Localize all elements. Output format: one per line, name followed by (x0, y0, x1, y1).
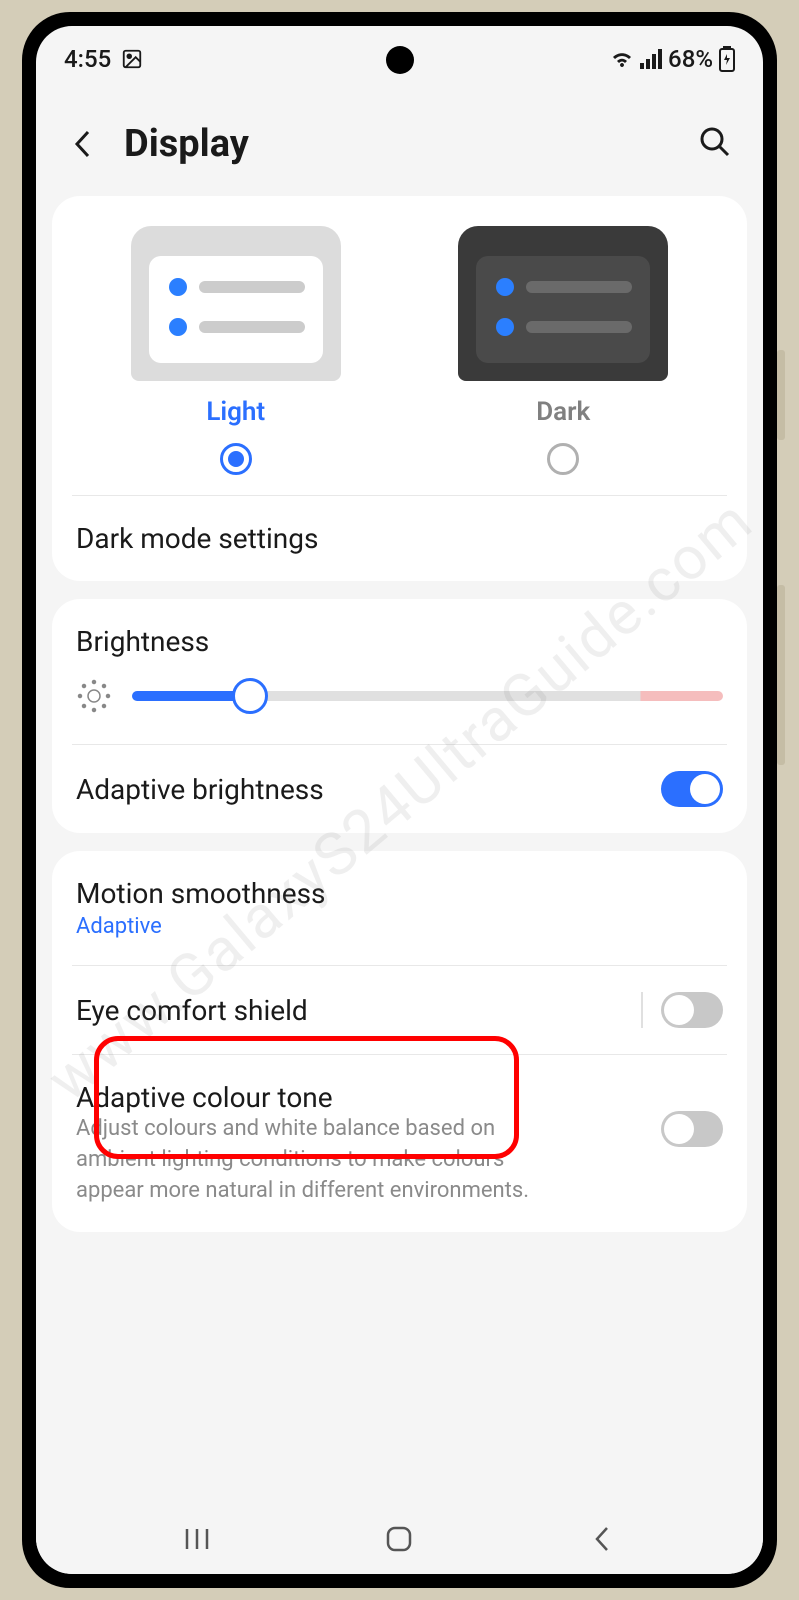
toggle-divider (641, 992, 643, 1028)
theme-light-radio[interactable] (220, 443, 252, 475)
home-icon (385, 1525, 413, 1553)
back-nav-button[interactable] (582, 1519, 622, 1559)
adaptive-colour-toggle[interactable] (661, 1111, 723, 1147)
recents-icon (183, 1527, 211, 1551)
adaptive-colour-item[interactable]: Adaptive colour tone Adjust colours and … (52, 1055, 747, 1232)
battery-icon (719, 46, 735, 72)
search-button[interactable] (699, 126, 735, 162)
chevron-left-icon (593, 1525, 611, 1553)
theme-light-option[interactable]: Light (131, 226, 341, 475)
theme-dark-option[interactable]: Dark (458, 226, 668, 475)
status-time: 4:55 (64, 45, 111, 73)
dark-mode-settings-item[interactable]: Dark mode settings (52, 496, 747, 581)
theme-dark-radio[interactable] (547, 443, 579, 475)
back-button[interactable] (64, 126, 100, 162)
motion-smoothness-item[interactable]: Motion smoothness Adaptive (52, 851, 747, 965)
navigation-bar (36, 1504, 763, 1574)
status-left: 4:55 (64, 45, 143, 73)
theme-dark-label: Dark (536, 397, 590, 427)
wifi-icon (610, 49, 634, 69)
signal-icon (640, 49, 662, 69)
theme-dark-preview (458, 226, 668, 381)
theme-light-label: Light (206, 397, 265, 427)
content: Light Dark Dark mode settings (36, 196, 763, 1232)
adaptive-colour-desc: Adjust colours and white balance based o… (76, 1114, 556, 1206)
brightness-header: Brightness (52, 599, 747, 666)
page-title: Display (124, 122, 675, 166)
brightness-slider-thumb[interactable] (232, 678, 268, 714)
brightness-slider-row (52, 666, 747, 744)
adaptive-colour-label: Adaptive colour tone (76, 1081, 556, 1114)
adaptive-brightness-item[interactable]: Adaptive brightness (52, 745, 747, 833)
dark-mode-settings-label: Dark mode settings (76, 522, 318, 555)
brightness-card: Brightness Adaptive bri (52, 599, 747, 833)
picture-icon (121, 48, 143, 70)
brightness-slider[interactable] (132, 691, 723, 701)
adaptive-brightness-label: Adaptive brightness (76, 773, 324, 806)
device-frame: www.GalaxyS24UltraGuide.com 4:55 68% Dis… (22, 12, 777, 1588)
eye-comfort-label: Eye comfort shield (76, 994, 308, 1027)
camera-hole (386, 46, 414, 74)
status-right: 68% (610, 45, 735, 73)
theme-card: Light Dark Dark mode settings (52, 196, 747, 581)
motion-smoothness-value: Adaptive (76, 914, 162, 939)
motion-smoothness-label: Motion smoothness (76, 877, 326, 910)
brightness-label: Brightness (76, 625, 209, 658)
volume-button (777, 585, 785, 765)
theme-light-preview (131, 226, 341, 381)
eye-comfort-item[interactable]: Eye comfort shield (52, 966, 747, 1054)
screen: www.GalaxyS24UltraGuide.com 4:55 68% Dis… (36, 26, 763, 1574)
recents-button[interactable] (177, 1519, 217, 1559)
display-options-card: Motion smoothness Adaptive Eye comfort s… (52, 851, 747, 1232)
chevron-left-icon (73, 129, 91, 159)
adaptive-brightness-toggle[interactable] (661, 771, 723, 807)
power-button (777, 350, 785, 440)
theme-row: Light Dark (52, 196, 747, 495)
eye-comfort-toggle[interactable] (661, 992, 723, 1028)
header: Display (36, 82, 763, 196)
home-button[interactable] (379, 1519, 419, 1559)
sun-icon (76, 678, 112, 714)
search-icon (699, 126, 731, 158)
battery-percent: 68% (668, 45, 713, 73)
